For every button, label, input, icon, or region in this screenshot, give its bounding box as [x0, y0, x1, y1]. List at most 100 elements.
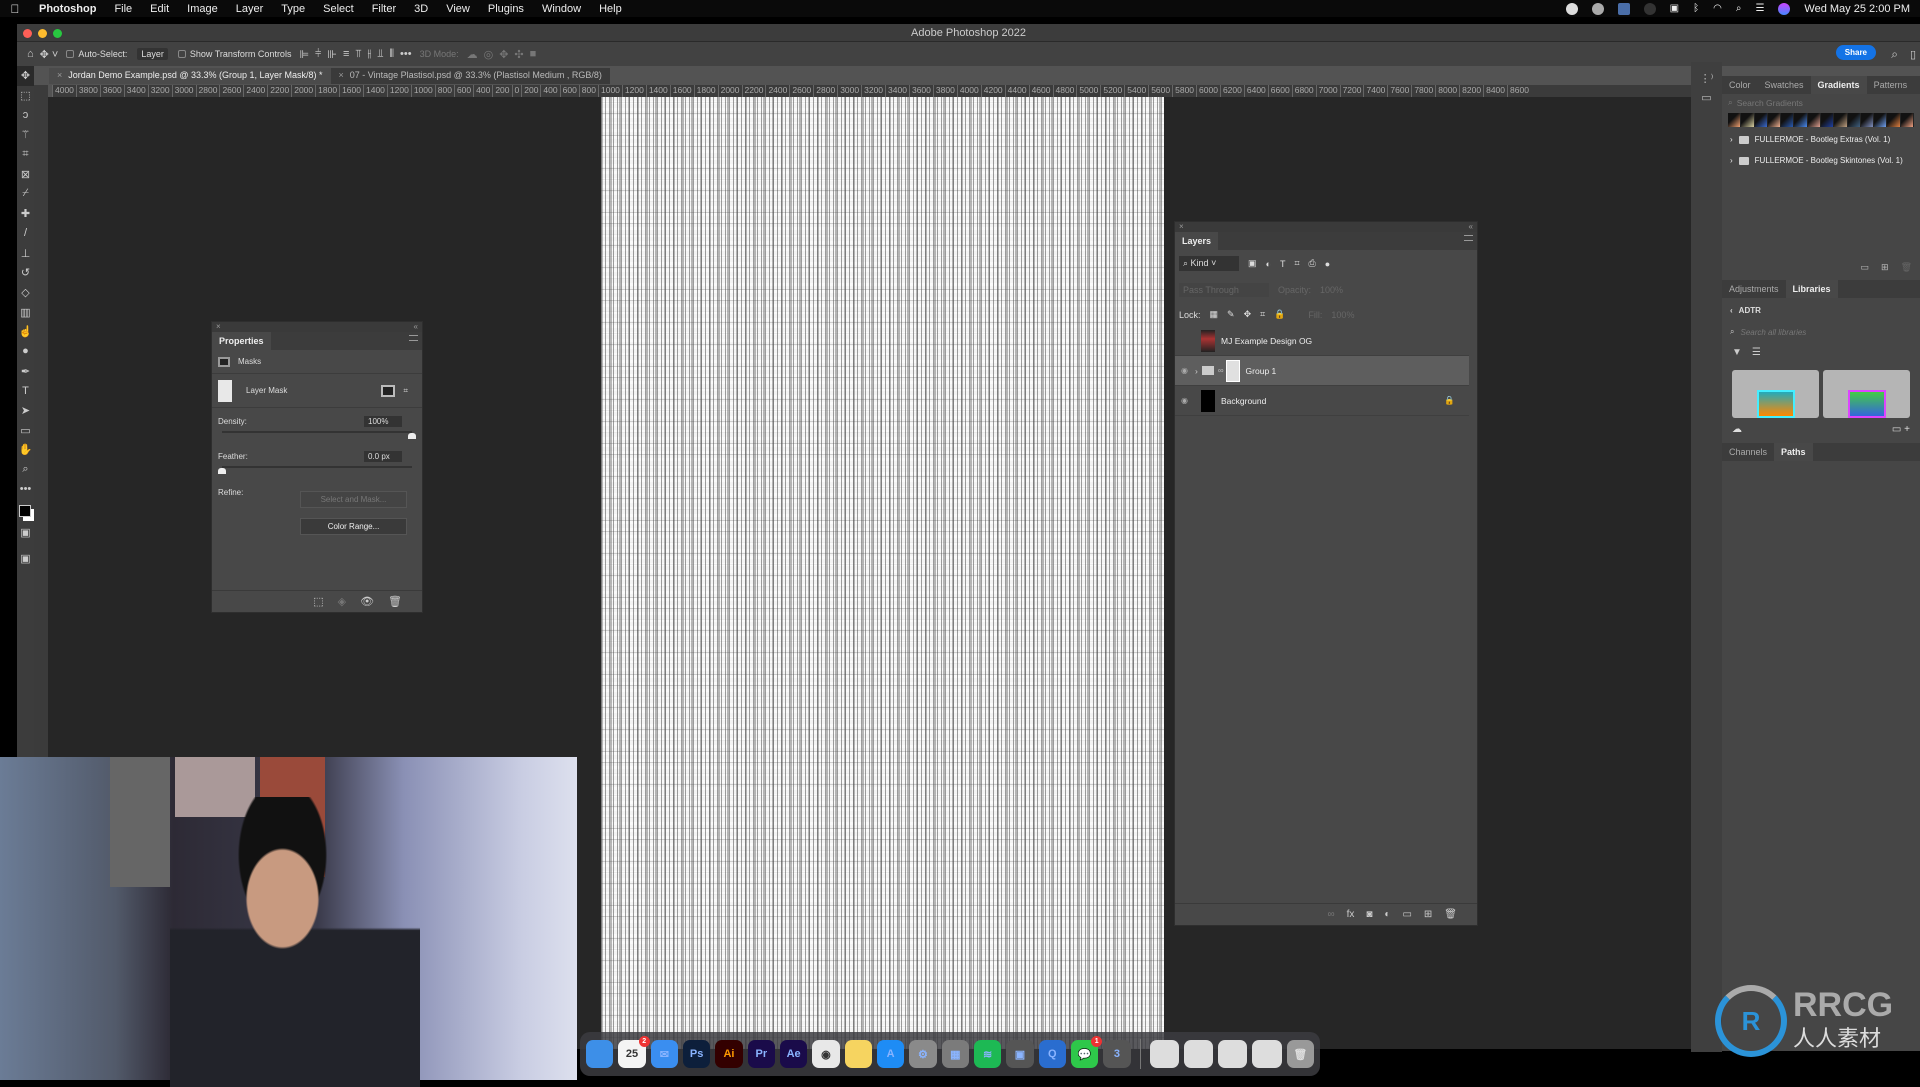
chevron-right-icon[interactable]: ›	[1730, 135, 1733, 144]
tab-swatches[interactable]: Swatches	[1757, 76, 1811, 94]
blend-mode-dropdown[interactable]: Pass Through	[1179, 283, 1269, 297]
select-and-mask-button[interactable]: Select and Mask...	[300, 491, 407, 508]
rectangle-tool-icon[interactable]: ▭	[17, 420, 34, 440]
history-brush-tool-icon[interactable]: ↺	[17, 263, 34, 283]
move-tool-icon[interactable]: ✥ ˅	[40, 48, 59, 61]
add-mask-icon[interactable]: ◙	[1366, 909, 1372, 920]
dock-minimized-window-2[interactable]	[1183, 1040, 1214, 1068]
layer-row-group-1[interactable]: ◉ › ∞ Group 1	[1175, 356, 1469, 386]
new-gradient-icon[interactable]: ⊞	[1881, 262, 1889, 273]
bluetooth-icon[interactable]: ᛒ	[1693, 3, 1699, 14]
add-icon[interactable]: +	[1904, 424, 1910, 435]
spotlight-search-icon[interactable]: ⌕	[1736, 3, 1742, 14]
siri-icon[interactable]	[1778, 2, 1791, 15]
search-gradients-input[interactable]: Search Gradients	[1737, 98, 1803, 108]
menu-help[interactable]: Help	[590, 3, 631, 15]
comments-panel-icon[interactable]: ▭	[1691, 91, 1722, 104]
menu-edit[interactable]: Edit	[141, 3, 178, 15]
feather-slider-handle[interactable]	[218, 468, 226, 474]
zoom-tool-icon[interactable]: ⌕	[17, 460, 34, 480]
visibility-eye-icon[interactable]: ◉	[1181, 396, 1195, 405]
gradient-folder-bootleg-extras[interactable]: › FULLERMOE - Bootleg Extras (Vol. 1)	[1722, 129, 1920, 150]
gradient-swatch[interactable]	[1767, 113, 1782, 127]
tab-properties[interactable]: Properties	[212, 332, 271, 350]
tab-adjustments[interactable]: Adjustments	[1722, 280, 1786, 298]
share-button[interactable]: Share	[1835, 45, 1876, 60]
gradient-presets[interactable]	[1728, 113, 1914, 127]
gradient-folder-bootleg-skintones[interactable]: › FULLERMOE - Bootleg Skintones (Vol. 1)	[1722, 150, 1920, 171]
delete-layer-icon[interactable]: 🗑	[1444, 909, 1457, 920]
gradient-swatch[interactable]	[1807, 113, 1821, 127]
align-top-icon[interactable]: ⫪	[355, 48, 361, 61]
quick-mask-icon[interactable]: ▣	[17, 523, 34, 543]
control-center-icon[interactable]: ☰	[1755, 3, 1764, 14]
type-tool-icon[interactable]: T	[17, 381, 34, 401]
dock-app-illustrator[interactable]: Ai	[715, 1040, 743, 1068]
auto-select-checkbox[interactable]	[66, 50, 75, 58]
fill-input[interactable]: 100%	[1331, 310, 1354, 320]
density-slider[interactable]	[222, 431, 416, 439]
3d-orbit-icon[interactable]: ☁	[467, 48, 478, 61]
density-input[interactable]: 100%	[364, 416, 402, 427]
density-slider-handle[interactable]	[408, 433, 416, 439]
auto-select-dropdown[interactable]: Layer	[137, 48, 168, 60]
color-range-button[interactable]: Color Range...	[300, 518, 407, 535]
menu-type[interactable]: Type	[272, 3, 314, 15]
gradient-swatch[interactable]	[1900, 113, 1914, 127]
doc-tab-jordan-demo[interactable]: × Jordan Demo Example.psd @ 33.3% (Group …	[49, 68, 331, 84]
dock-app-quicktime[interactable]: Q	[1038, 1040, 1066, 1068]
menu-view[interactable]: View	[437, 3, 479, 15]
tab-paths[interactable]: Paths	[1774, 443, 1813, 461]
link-layers-icon[interactable]: ∞	[1327, 909, 1334, 920]
3d-scale-icon[interactable]: ■	[530, 48, 537, 60]
dock-app-screen-sharing-2[interactable]: 3	[1103, 1040, 1131, 1068]
chevron-right-icon[interactable]: ›	[1730, 156, 1733, 165]
search-libraries-input[interactable]: Search all libraries	[1740, 328, 1806, 337]
eyedropper-tool-icon[interactable]: ⌿	[17, 184, 34, 204]
filter-smart-object-icon[interactable]: ⎙	[1309, 258, 1316, 269]
align-right-icon[interactable]: ⊪	[327, 48, 337, 61]
foreground-background-color-swatch[interactable]	[19, 505, 31, 518]
dock-minimized-window-4[interactable]	[1252, 1040, 1282, 1068]
creative-cloud-icon[interactable]	[1591, 2, 1604, 15]
search-icon[interactable]: ⌕	[1891, 47, 1898, 62]
folder-icon[interactable]: ▭	[1892, 424, 1901, 435]
layer-row-mj-example[interactable]: MJ Example Design OG	[1175, 326, 1469, 356]
load-selection-icon[interactable]: ⬚	[313, 595, 323, 608]
dodge-tool-icon[interactable]: ●	[17, 342, 34, 362]
gradient-swatch[interactable]	[1794, 113, 1808, 127]
collapse-panel-icon[interactable]: «	[1469, 222, 1473, 232]
status-app-icon[interactable]	[1617, 2, 1630, 15]
dock-app-system-preferences[interactable]: ⚙	[909, 1040, 937, 1068]
menu-image[interactable]: Image	[178, 3, 227, 15]
history-panel-icon[interactable]: ⋮⁾	[1691, 72, 1722, 85]
gradient-swatch[interactable]	[1834, 113, 1848, 127]
magic-wand-tool-icon[interactable]: ⚚	[17, 125, 34, 145]
feather-slider[interactable]	[218, 466, 412, 474]
library-item-leopard-orange[interactable]	[1732, 370, 1819, 418]
toggle-mask-visibility-icon[interactable]: 👁	[360, 595, 374, 608]
align-bottom-icon[interactable]: ⫫	[377, 48, 383, 61]
tab-channels[interactable]: Channels	[1722, 443, 1775, 461]
sort-icon[interactable]: ☰	[1752, 347, 1761, 358]
gradient-swatch[interactable]	[1887, 113, 1901, 127]
move-tool-icon[interactable]: ✥	[17, 66, 34, 86]
display-icon[interactable]: ▣	[1670, 3, 1679, 14]
visibility-toggle-off[interactable]	[1181, 336, 1195, 345]
dock-app-messages[interactable]: 💬 1	[1070, 1036, 1103, 1068]
brush-tool-icon[interactable]: /	[17, 224, 34, 244]
filter-kind-dropdown[interactable]: ⌕ Kind ˅	[1179, 256, 1239, 271]
wifi-icon[interactable]: ◠	[1713, 3, 1722, 14]
dock-app-after-effects[interactable]: Ae	[779, 1040, 808, 1068]
close-tab-icon[interactable]: ×	[57, 70, 62, 80]
distribute-spacing-icon[interactable]: ⫴	[389, 48, 394, 61]
path-selection-tool-icon[interactable]: ➤	[17, 401, 34, 421]
vector-mask-icon[interactable]: ⌗	[403, 386, 408, 396]
library-back-button[interactable]: ‹ ADTR	[1722, 298, 1920, 323]
more-options-icon[interactable]: •••	[400, 48, 412, 60]
menu-file[interactable]: File	[105, 3, 141, 15]
delete-mask-icon[interactable]: 🗑	[388, 595, 402, 608]
smudge-tool-icon[interactable]: ☝	[17, 322, 34, 342]
lock-image-icon[interactable]: ✎	[1227, 309, 1235, 320]
clone-stamp-tool-icon[interactable]: ⊥	[17, 243, 34, 263]
